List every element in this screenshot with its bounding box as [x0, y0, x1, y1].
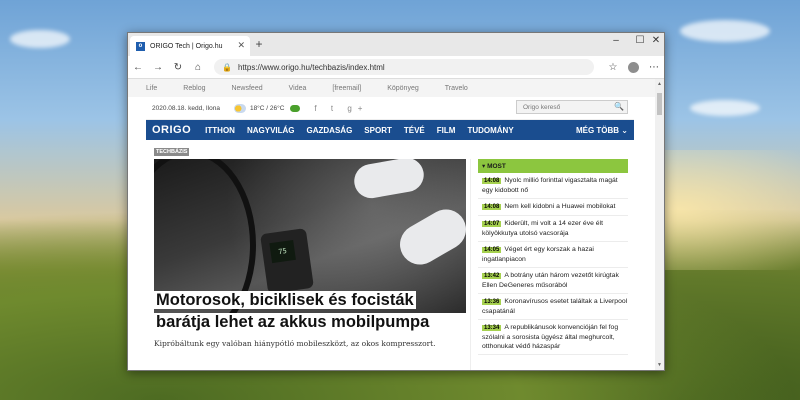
news-time: 13:42 [482, 273, 502, 279]
forward-arrow-icon[interactable]: → [148, 62, 168, 73]
minimize-icon[interactable]: – [604, 35, 628, 46]
list-item[interactable]: 14:07 Kiderült, mi volt a 14 ezer éve élt… [478, 216, 628, 242]
frog-icon [290, 104, 301, 112]
wallpaper-cloud [10, 30, 70, 48]
headline-line-2: barátja lehet az akkus mobilpumpa [154, 313, 432, 331]
nav-more-button[interactable]: MÉG TÖBB ⌄ [576, 126, 628, 135]
url-text[interactable]: https://www.origo.hu/techbazis/index.htm… [238, 63, 385, 72]
news-title: A botrány után három vezetőt kirúgtak El… [482, 272, 619, 289]
scroll-up-icon[interactable]: ▲ [655, 81, 664, 87]
wallpaper-cloud [680, 20, 770, 42]
news-time: 13:34 [482, 325, 502, 331]
refresh-icon[interactable]: ↻ [168, 62, 188, 73]
scroll-thumb[interactable] [657, 93, 662, 115]
news-time: 14:05 [482, 247, 502, 253]
news-list: 14:08 Nyolc millió forinttal vigasztalta … [478, 173, 628, 355]
portal-link[interactable]: Travelo [445, 85, 468, 92]
menu-dots-icon[interactable]: ⋯ [644, 62, 664, 73]
tab-close-icon[interactable]: ✕ [237, 40, 245, 51]
news-time: 14:08 [482, 204, 502, 210]
portal-link[interactable]: Videa [289, 85, 307, 92]
vertical-scrollbar[interactable]: ▲ ▼ [655, 79, 664, 370]
news-time: 14:07 [482, 221, 502, 227]
tab-title: ORIGO Tech | Origo.hu [150, 42, 223, 50]
search-icon[interactable]: 🔍 [614, 102, 624, 111]
nav-film[interactable]: FILM [437, 126, 456, 135]
list-item[interactable]: 13:36 Koronavírusos esetet találtak a Liv… [478, 294, 628, 320]
news-title: A republikánusok konvencióján fel fog sz… [482, 324, 619, 350]
search-input[interactable]: Origo kereső 🔍 [516, 100, 628, 114]
article-headline[interactable]: Motorosok, biciklisek és focisták barátj… [154, 289, 464, 333]
browser-window: o ORIGO Tech | Origo.hu ✕ + – ☐ ✕ ← → ↻ … [127, 32, 665, 371]
origo-favicon-icon: o [136, 41, 145, 51]
mobile-pump: 75 [260, 228, 314, 294]
portal-link[interactable]: Reblog [183, 85, 205, 92]
back-arrow-icon[interactable]: ← [128, 62, 148, 73]
news-time: 13:36 [482, 299, 502, 305]
toolbar-right: ☆ ⋯ [603, 61, 664, 73]
tab-strip: o ORIGO Tech | Origo.hu ✕ + – ☐ ✕ [128, 33, 664, 56]
portal-link[interactable]: Köpönyeg [387, 85, 419, 92]
list-item[interactable]: 13:34 A republikánusok konvencióján fel f… [478, 320, 628, 355]
social-icons[interactable]: f t g+ [314, 104, 368, 113]
nav-sport[interactable]: SPORT [364, 126, 392, 135]
wallpaper-cloud [690, 100, 760, 116]
nav-gazdasag[interactable]: GAZDASÁG [307, 126, 353, 135]
browser-toolbar: ← → ↻ ⌂ 🔒 https://www.origo.hu/techbazis… [128, 56, 664, 79]
latest-news-sidebar: ▾ MOST 14:08 Nyolc millió forinttal vigas… [478, 159, 628, 355]
browser-tab[interactable]: o ORIGO Tech | Origo.hu ✕ [130, 36, 250, 56]
portal-links-bar: Life Reblog Newsfeed Videa [freemail] Kö… [128, 79, 655, 97]
window-close-icon[interactable]: ✕ [648, 35, 664, 46]
list-item[interactable]: 13:42 A botrány után három vezetőt kirúgt… [478, 268, 628, 294]
origo-logo[interactable]: ORIGO [152, 124, 191, 136]
nav-itthon[interactable]: ITTHON [205, 126, 235, 135]
new-tab-icon[interactable]: + [252, 37, 266, 51]
favorite-star-icon[interactable]: ☆ [603, 62, 623, 73]
pump-display: 75 [269, 239, 296, 264]
portal-link[interactable]: [freemail] [332, 85, 361, 92]
nav-nagyvilag[interactable]: NAGYVILÁG [247, 126, 295, 135]
headline-line-1: Motorosok, biciklisek és focisták [154, 291, 416, 309]
article-lead: Kipróbáltunk egy valóban hiánypótló mobi… [154, 339, 436, 348]
temperature: 18°C / 26°C [249, 104, 285, 112]
scroll-down-icon[interactable]: ▼ [655, 362, 664, 368]
page-viewport: Life Reblog Newsfeed Videa [freemail] Kö… [128, 79, 655, 370]
news-title: Koronavírusos esetet találtak a Liverpoo… [482, 298, 628, 315]
nav-tudomany[interactable]: TUDOMÁNY [467, 126, 513, 135]
portal-link[interactable]: Life [146, 85, 157, 92]
search-placeholder: Origo kereső [523, 103, 561, 111]
news-time: 14:08 [482, 178, 502, 184]
section-tag[interactable]: TECHBÁZIS [154, 148, 190, 156]
utility-bar: 2020.08.18. kedd, Ilona 18°C / 26°C f t … [146, 97, 634, 120]
list-item[interactable]: 14:08 Nyolc millió forinttal vigasztalta … [478, 173, 628, 199]
main-navigation: ORIGO ITTHON NAGYVILÁG GAZDASÁG SPORT TÉ… [146, 120, 634, 140]
lock-icon: 🔒 [222, 62, 232, 72]
weather-icon [233, 103, 246, 113]
portal-link[interactable]: Newsfeed [231, 85, 262, 92]
list-item[interactable]: 14:08 Nem kell kidobni a Huawei mobilokat [478, 199, 628, 216]
news-title: Nyolc millió forinttal vigasztalta magát… [482, 177, 618, 194]
address-bar[interactable]: 🔒 https://www.origo.hu/techbazis/index.h… [214, 59, 594, 75]
current-date: 2020.08.18. kedd, Ilona [152, 104, 220, 112]
column-divider [470, 159, 471, 370]
origo-page: 2020.08.18. kedd, Ilona 18°C / 26°C f t … [146, 97, 634, 370]
list-item[interactable]: 14:05 Véget ért egy korszak a hazai ingat… [478, 242, 628, 268]
profile-avatar[interactable] [628, 61, 639, 73]
nav-teve[interactable]: TÉVÉ [404, 126, 425, 135]
most-header[interactable]: ▾ MOST [478, 159, 628, 173]
home-icon[interactable]: ⌂ [188, 62, 208, 73]
news-title: Nem kell kidobni a Huawei mobilokat [504, 203, 616, 210]
